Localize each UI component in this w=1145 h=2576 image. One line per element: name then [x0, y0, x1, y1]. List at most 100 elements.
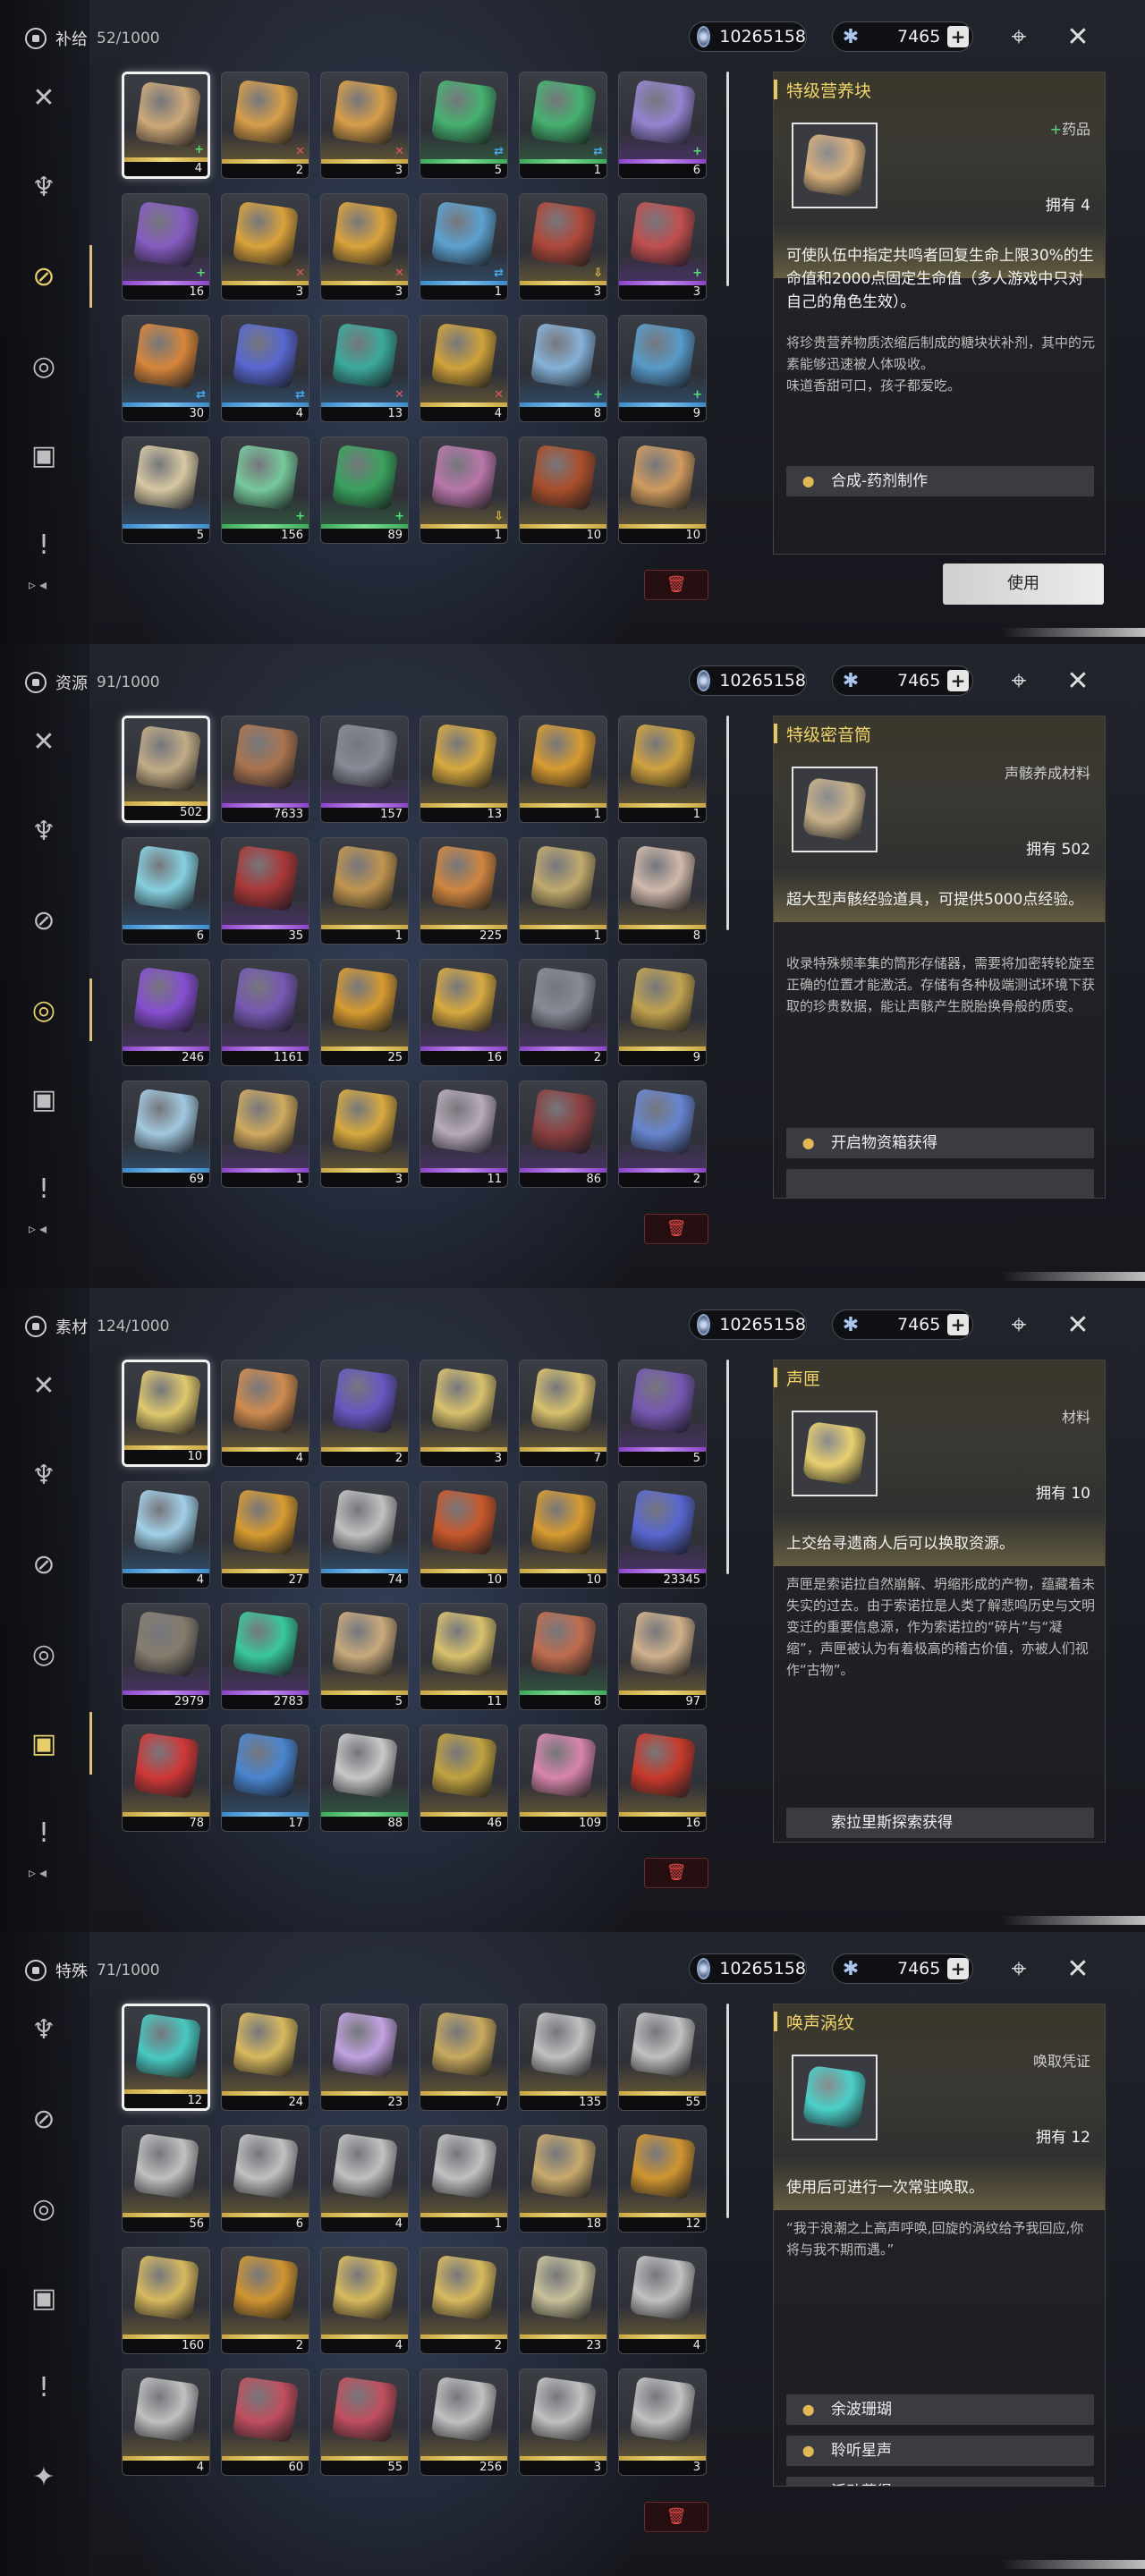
item-slot[interactable]: 69 [122, 1080, 210, 1188]
sidebar-link-icon[interactable]: ⊘ [23, 900, 64, 941]
sidebar-notice-icon[interactable]: ! [23, 1168, 64, 1209]
item-slot[interactable]: 23 [519, 2247, 607, 2354]
item-slot[interactable]: 60 [221, 2368, 310, 2476]
item-slot[interactable]: 109 [519, 1724, 607, 1832]
item-slot[interactable]: 1 [420, 2125, 508, 2233]
sidebar-special-icon[interactable]: ✦ [23, 2456, 64, 2497]
item-slot[interactable]: 25 [320, 959, 409, 1066]
top-cross-icon[interactable]: ✕ [1060, 664, 1096, 699]
sidebar-sword-icon[interactable]: ✕ [23, 77, 64, 118]
sidebar-notice-icon[interactable]: ! [23, 1812, 64, 1853]
item-slot[interactable]: 55 [320, 2368, 409, 2476]
item-slot[interactable]: ⇄ 1 [420, 193, 508, 301]
item-slot[interactable]: 1 [320, 837, 409, 945]
item-slot[interactable]: 2 [320, 1360, 409, 1467]
item-slot[interactable]: 4 [122, 1481, 210, 1589]
sidebar-resource-icon[interactable]: ◎ [23, 989, 64, 1030]
item-slot[interactable]: 2 [420, 2247, 508, 2354]
item-slot[interactable]: 8 [618, 837, 707, 945]
item-slot[interactable]: 86 [519, 1080, 607, 1188]
item-slot[interactable]: 23 [320, 2004, 409, 2111]
item-slot[interactable]: 10 [519, 436, 607, 544]
item-slot[interactable]: +9 [618, 315, 707, 422]
item-slot[interactable]: ⇄ 30 [122, 315, 210, 422]
item-slot[interactable]: 18 [519, 2125, 607, 2233]
item-slot[interactable]: 10 [519, 1481, 607, 1589]
item-slot[interactable]: 160 [122, 2247, 210, 2354]
item-slot[interactable]: 24 [221, 2004, 310, 2111]
sidebar-expand-toggle[interactable]: ▹◂ [29, 1220, 50, 1237]
item-slot[interactable]: 9 [618, 959, 707, 1066]
delete-button[interactable]: 🗑 [644, 1214, 708, 1244]
item-slot[interactable]: ✕ 3 [320, 193, 409, 301]
sidebar-notice-icon[interactable]: ! [23, 524, 64, 565]
sidebar-material-icon[interactable]: ▣ [23, 1723, 64, 1764]
add-currency-button[interactable]: + [947, 26, 969, 47]
item-slot[interactable]: 2 [618, 1080, 707, 1188]
source-entry[interactable]: ⬤ 余波珊瑚 [786, 2394, 1094, 2425]
item-slot[interactable]: 1161 [221, 959, 310, 1066]
item-slot[interactable]: 2783 [221, 1603, 310, 1710]
item-slot[interactable]: 78 [122, 1724, 210, 1832]
sidebar-demon-mask-icon[interactable]: ♆ [23, 1454, 64, 1496]
item-slot[interactable]: 4 [618, 2247, 707, 2354]
source-entry[interactable]: ⬤ 开启物资箱获得 [786, 1128, 1094, 1158]
source-entry[interactable]: 索拉里斯探索获得 [786, 1808, 1094, 1838]
item-slot[interactable]: ✕ 3 [221, 193, 310, 301]
sidebar-sword-icon[interactable]: ✕ [23, 721, 64, 762]
item-slot[interactable]: 3 [320, 1080, 409, 1188]
grid-scrollbar[interactable] [726, 716, 729, 930]
item-slot[interactable]: +89 [320, 436, 409, 544]
item-slot[interactable]: 7 [519, 1360, 607, 1467]
item-slot[interactable]: 1 [519, 716, 607, 823]
item-slot[interactable]: 17 [221, 1724, 310, 1832]
item-slot[interactable]: 3 [420, 1360, 508, 1467]
item-slot[interactable]: 2 [519, 959, 607, 1066]
item-slot[interactable]: 11 [420, 1080, 508, 1188]
top-cross-icon[interactable]: ✕ [1060, 1308, 1096, 1343]
item-slot[interactable]: 2 [221, 2247, 310, 2354]
item-slot[interactable]: 157 [320, 716, 409, 823]
item-slot[interactable]: 7 [420, 2004, 508, 2111]
item-slot[interactable]: 10 [618, 436, 707, 544]
item-slot[interactable]: +4 [122, 72, 210, 179]
sidebar-link-icon[interactable]: ⊘ [23, 256, 64, 297]
item-slot[interactable]: 74 [320, 1481, 409, 1589]
source-entry[interactable]: ⬤ 聆听星声 [786, 2436, 1094, 2466]
item-slot[interactable]: +3 [618, 193, 707, 301]
item-slot[interactable]: 5 [122, 436, 210, 544]
item-slot[interactable]: 2979 [122, 1603, 210, 1710]
item-slot[interactable]: 1 [221, 1080, 310, 1188]
sidebar-resource-icon[interactable]: ◎ [23, 2188, 64, 2229]
item-slot[interactable]: 11 [420, 1603, 508, 1710]
item-slot[interactable]: 4 [320, 2247, 409, 2354]
add-currency-button[interactable]: + [947, 1958, 969, 1979]
top-target-icon[interactable]: ⌖ [1001, 664, 1037, 699]
sidebar-demon-mask-icon[interactable]: ♆ [23, 166, 64, 208]
item-slot[interactable]: 225 [420, 837, 508, 945]
item-slot[interactable]: 16 [420, 959, 508, 1066]
sidebar-resource-icon[interactable]: ◎ [23, 1633, 64, 1674]
sidebar-demon-mask-icon[interactable]: ♆ [23, 2009, 64, 2050]
delete-button[interactable]: 🗑 [644, 1858, 708, 1888]
item-slot[interactable]: ⇄ 4 [221, 315, 310, 422]
item-slot[interactable]: 1 [618, 716, 707, 823]
item-slot[interactable]: +6 [618, 72, 707, 179]
item-slot[interactable]: 4 [320, 2125, 409, 2233]
item-slot[interactable]: 4 [122, 2368, 210, 2476]
item-slot[interactable]: 502 [122, 716, 210, 823]
source-entry[interactable]: 活动获得 [786, 2477, 1094, 2486]
item-slot[interactable]: 246 [122, 959, 210, 1066]
item-slot[interactable]: ⇩ 1 [420, 436, 508, 544]
grid-scrollbar[interactable] [726, 2004, 729, 2218]
top-target-icon[interactable]: ⌖ [1001, 1952, 1037, 1987]
sidebar-link-icon[interactable]: ⊘ [23, 2098, 64, 2140]
item-slot[interactable]: 6 [221, 2125, 310, 2233]
source-entry[interactable] [786, 1169, 1094, 1198]
item-slot[interactable]: 27 [221, 1481, 310, 1589]
item-slot[interactable]: ⇄ 1 [519, 72, 607, 179]
item-slot[interactable]: 256 [420, 2368, 508, 2476]
item-slot[interactable]: ⇄ 5 [420, 72, 508, 179]
sidebar-material-icon[interactable]: ▣ [23, 1079, 64, 1120]
item-slot[interactable]: 135 [519, 2004, 607, 2111]
